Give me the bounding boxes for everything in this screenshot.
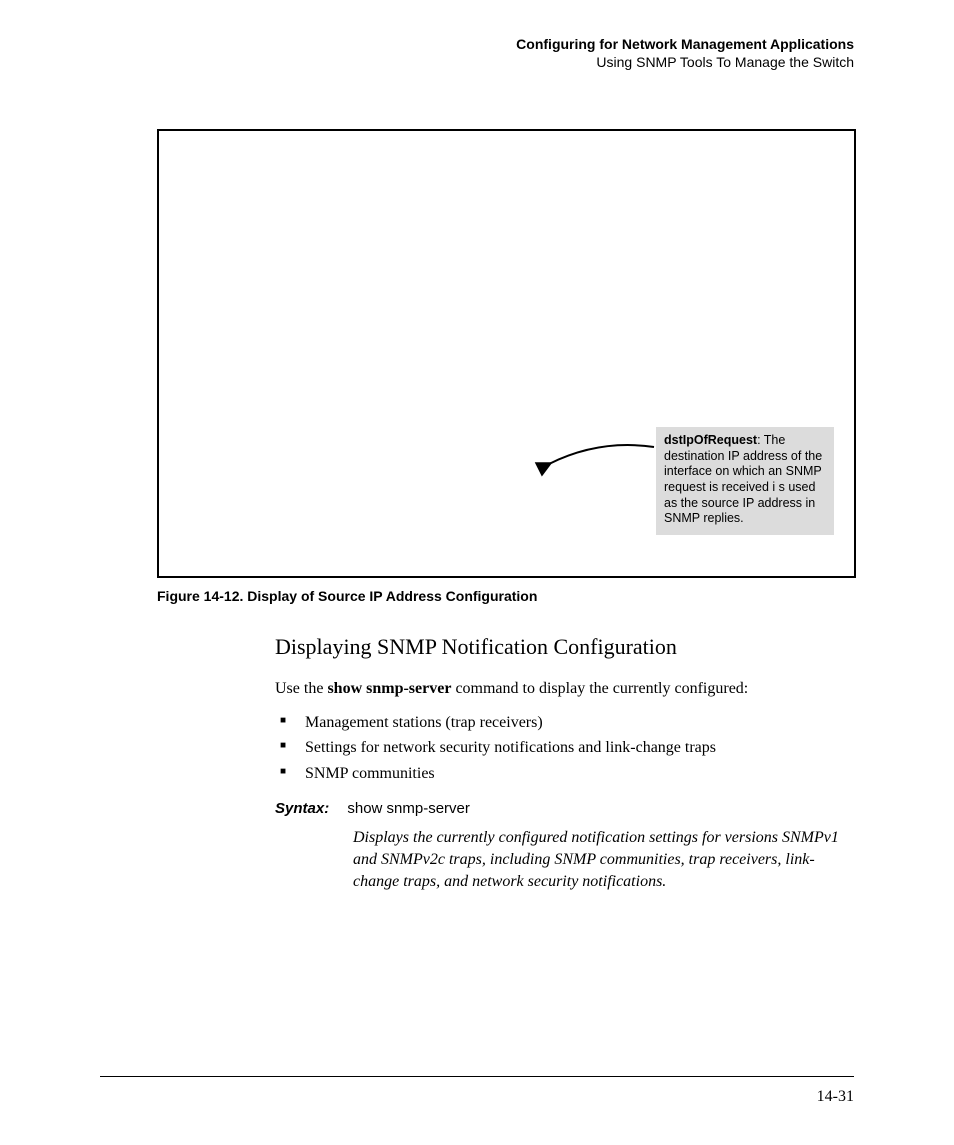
bullet-list: Management stations (trap receivers) Set… — [275, 710, 855, 787]
intro-text-pre: Use the — [275, 680, 327, 697]
body-column: Displaying SNMP Notification Configurati… — [275, 634, 855, 892]
syntax-description: Displays the currently configured notifi… — [353, 827, 848, 892]
syntax-label: Syntax: — [275, 800, 329, 817]
figure-caption: Figure 14-12. Display of Source IP Addre… — [157, 588, 537, 604]
callout-term: dstIpOfRequest — [664, 433, 757, 447]
list-item: Management stations (trap receivers) — [275, 710, 855, 736]
page: Configuring for Network Management Appli… — [0, 0, 954, 1145]
list-item: Settings for network security notificati… — [275, 735, 855, 761]
intro-text-post: command to display the currently configu… — [451, 680, 748, 697]
section-heading: Displaying SNMP Notification Configurati… — [275, 634, 855, 660]
page-number: 14-31 — [817, 1088, 854, 1106]
syntax-line: Syntax: show snmp-server — [275, 800, 855, 817]
intro-paragraph: Use the show snmp-server command to disp… — [275, 678, 855, 700]
page-header: Configuring for Network Management Appli… — [516, 36, 854, 71]
syntax-command: show snmp-server — [347, 800, 470, 817]
figure-box: dstIpOfRequest: The destination IP addre… — [157, 129, 856, 578]
header-chapter-title: Configuring for Network Management Appli… — [516, 36, 854, 54]
header-section-title: Using SNMP Tools To Manage the Switch — [516, 54, 854, 72]
figure-callout: dstIpOfRequest: The destination IP addre… — [656, 427, 834, 535]
footer-rule — [100, 1076, 854, 1077]
intro-command-bold: show snmp-server — [327, 680, 451, 697]
list-item: SNMP communities — [275, 761, 855, 787]
arrow-icon — [519, 439, 659, 489]
